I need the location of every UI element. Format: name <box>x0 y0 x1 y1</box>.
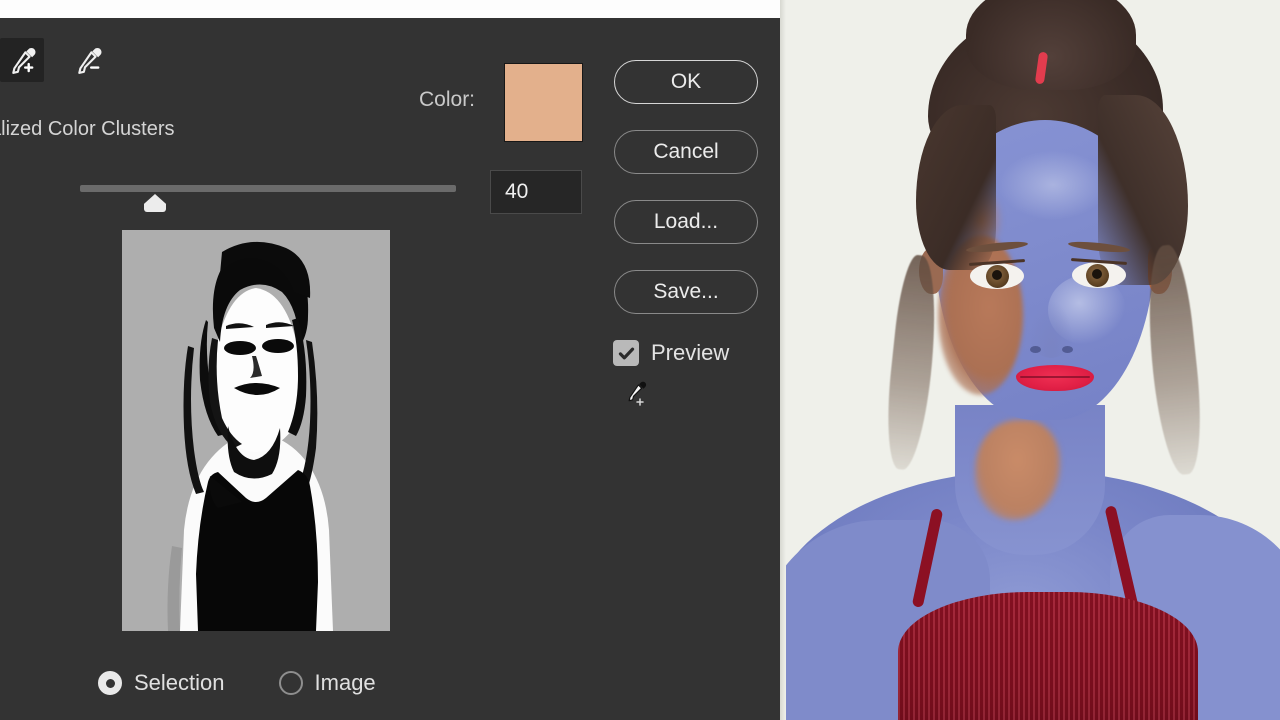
subject-lip-line <box>1020 376 1090 378</box>
selection-mask-image <box>122 230 390 631</box>
selection-preview-thumbnail[interactable] <box>122 230 390 631</box>
cancel-button[interactable]: Cancel <box>614 130 758 174</box>
radio-selection-dot <box>105 678 115 688</box>
document-canvas[interactable] <box>780 0 1280 720</box>
check-icon <box>618 347 634 359</box>
fuzziness-input[interactable]: 40 <box>490 170 582 214</box>
subject-nostril-right <box>1062 346 1073 353</box>
save-button-label: Save... <box>653 280 719 303</box>
subject-hair-top <box>966 0 1136 90</box>
subject-red-top-texture <box>898 592 1198 720</box>
eyedropper-add-button[interactable] <box>0 38 44 82</box>
fuzziness-value: 40 <box>505 180 529 203</box>
load-button[interactable]: Load... <box>614 200 758 244</box>
preview-label: Preview <box>651 340 730 365</box>
subject-forehead-highlight <box>998 150 1108 220</box>
eyedropper-subtract-button[interactable] <box>66 38 110 82</box>
display-mode-radio-group: Selection Image <box>98 670 376 696</box>
ok-button-label: OK <box>670 70 702 93</box>
eyedropper-subtract-icon <box>78 48 102 74</box>
localized-color-clusters-label: calized Color Clusters <box>0 118 175 140</box>
color-range-dialog: calized Color Clusters ess: 40 Color: OK… <box>0 18 780 720</box>
radio-image-indicator[interactable] <box>278 671 303 695</box>
subject-photo <box>780 0 1280 720</box>
cancel-button-label: Cancel <box>653 140 719 163</box>
radio-image-label: Image <box>314 670 376 695</box>
color-swatch[interactable] <box>504 63 583 142</box>
fuzziness-slider-track[interactable] <box>80 185 456 192</box>
radio-image[interactable]: Image <box>278 670 376 696</box>
eyedropper-add-icon <box>12 48 36 74</box>
radio-selection-label: Selection <box>134 670 225 695</box>
ok-button[interactable]: OK <box>614 60 758 104</box>
preview-checkbox-box[interactable] <box>613 340 639 366</box>
canvas-left-shadow <box>780 0 786 720</box>
color-label: Color: <box>419 88 476 111</box>
eyedropper-add-cursor <box>628 381 647 406</box>
radio-selection-indicator[interactable] <box>98 671 122 695</box>
load-button-label: Load... <box>653 210 719 233</box>
subject-nostril-left <box>1030 346 1041 353</box>
localized-color-clusters-checkbox[interactable]: calized Color Clusters <box>0 118 175 141</box>
preview-checkbox[interactable]: Preview <box>613 340 729 366</box>
subject-pupil-right <box>1092 269 1102 279</box>
radio-selection[interactable]: Selection <box>98 670 225 696</box>
subject-eye-right <box>1072 262 1126 288</box>
subject-lips <box>1016 365 1094 391</box>
dialog-title-bar <box>0 0 780 18</box>
save-button[interactable]: Save... <box>614 270 758 314</box>
subject-eye-left <box>970 263 1024 289</box>
subject-pupil-left <box>992 270 1002 280</box>
screenshot-root: calized Color Clusters ess: 40 Color: OK… <box>0 0 1280 720</box>
